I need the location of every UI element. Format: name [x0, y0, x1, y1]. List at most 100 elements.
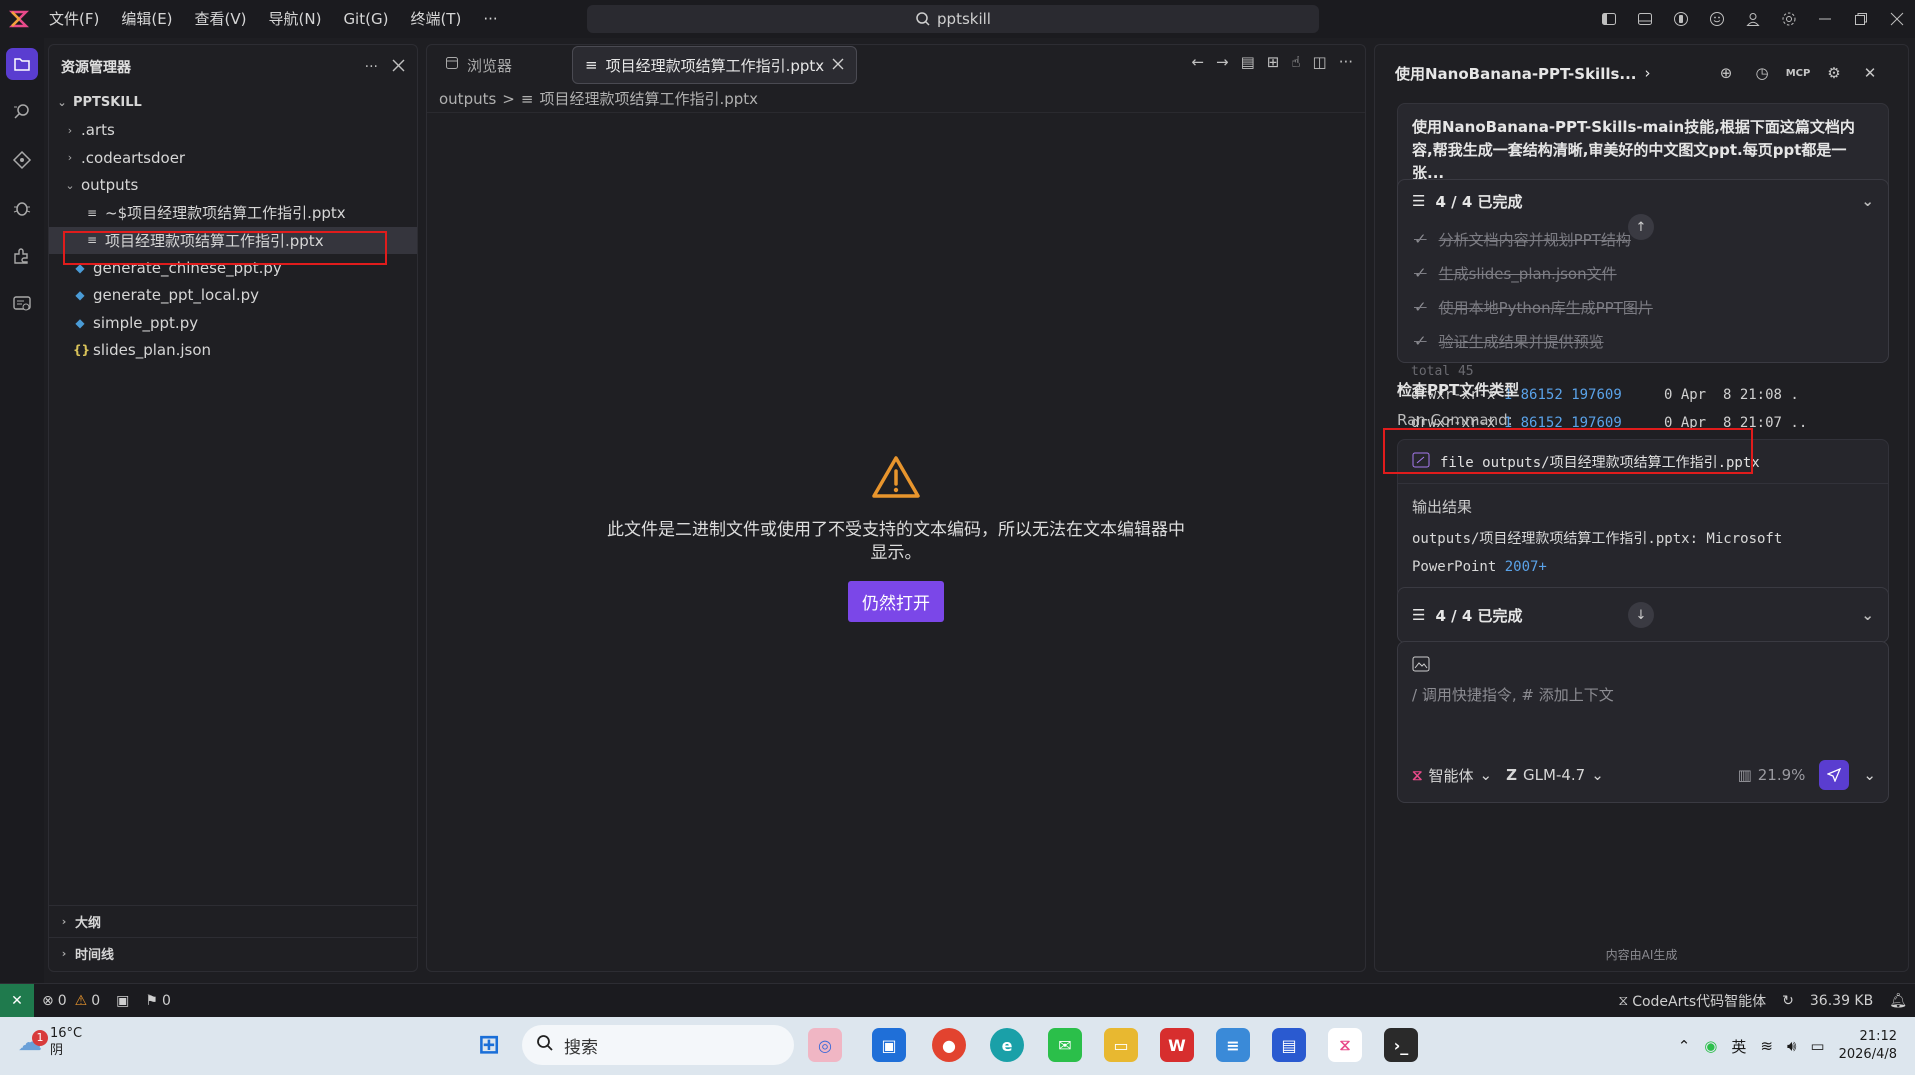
tree-item-simple-ppt[interactable]: ◆ simple_ppt.py: [49, 309, 417, 337]
extensions-icon[interactable]: [0, 232, 44, 280]
start-button[interactable]: ⊞: [472, 1028, 506, 1062]
wps-app-icon[interactable]: W: [1160, 1028, 1194, 1062]
terminal-status-icon[interactable]: ▣: [108, 993, 137, 1009]
mcp-icon[interactable]: MCP: [1780, 68, 1816, 79]
ai-status-icon[interactable]: [1663, 0, 1699, 38]
wifi-icon[interactable]: ≋: [1760, 1037, 1773, 1055]
restore-icon[interactable]: [1843, 0, 1879, 38]
remote-explorer-icon[interactable]: [0, 280, 44, 328]
breadcrumb-folder[interactable]: outputs: [439, 90, 496, 108]
tray-app-icon[interactable]: ◉: [1704, 1037, 1717, 1055]
menu-more[interactable]: ···: [472, 0, 508, 38]
codearts-app-icon[interactable]: ⧖: [1328, 1028, 1362, 1062]
menu-terminal[interactable]: 终端(T): [399, 0, 472, 38]
toggle-panel-icon[interactable]: [1627, 0, 1663, 38]
close-icon[interactable]: [392, 59, 405, 76]
chrome-app-icon[interactable]: ●: [932, 1028, 966, 1062]
tab-browser[interactable]: 浏览器: [433, 46, 524, 84]
arrow-left-icon[interactable]: ←: [1191, 53, 1204, 71]
arrow-right-icon[interactable]: →: [1216, 53, 1229, 71]
clock[interactable]: 21:12 2026/4/8: [1839, 1028, 1897, 1064]
model-selector[interactable]: Z GLM-4.7 ⌄: [1506, 766, 1604, 784]
debug-icon[interactable]: [0, 184, 44, 232]
chat-input-placeholder[interactable]: / 调用快捷指令, # 添加上下文: [1412, 684, 1614, 705]
menu-navigate[interactable]: 导航(N): [258, 0, 333, 38]
output-line: outputs/项目经理款项结算工作指引.pptx: Microsoft: [1412, 531, 1783, 547]
edge-app-icon[interactable]: e: [990, 1028, 1024, 1062]
tree-item-codeartsdoer[interactable]: › .codeartsdoer: [49, 144, 417, 172]
tree-item-label: .codeartsdoer: [81, 148, 186, 167]
terminal-app-icon[interactable]: ›_: [1384, 1028, 1418, 1062]
editor-more-icon[interactable]: ···: [1339, 53, 1353, 71]
table-icon[interactable]: ⊞: [1267, 53, 1280, 71]
document-icon[interactable]: ▤: [1241, 53, 1255, 71]
volume-icon[interactable]: 🔊︎: [1787, 1037, 1796, 1055]
sync-icon[interactable]: ↻: [1774, 993, 1802, 1009]
source-control-icon[interactable]: [0, 136, 44, 184]
outline-section[interactable]: › 大纲: [49, 905, 417, 937]
settings-icon[interactable]: [1771, 0, 1807, 38]
explorer-more-icon[interactable]: ···: [365, 59, 378, 75]
menu-view[interactable]: 查看(V): [184, 0, 258, 38]
copilot-app-icon[interactable]: ◎: [808, 1028, 842, 1062]
feedback-icon[interactable]: [1699, 0, 1735, 38]
notepad-app-icon[interactable]: ≡: [1216, 1028, 1250, 1062]
search-activity-icon[interactable]: [0, 88, 44, 136]
explorer-activity-icon[interactable]: [0, 40, 44, 88]
chat-input-area[interactable]: / 调用快捷指令, # 添加上下文 ⧖ 智能体 ⌄ Z GLM-4.7 ⌄ ▥ …: [1397, 641, 1889, 803]
search-icon: [536, 1034, 554, 1057]
ai-session-title[interactable]: 使用NanoBanana-PPT-Skills...: [1395, 63, 1637, 84]
bell-icon[interactable]: 🔔︎: [1881, 993, 1915, 1009]
scroll-up-icon[interactable]: ↑: [1628, 214, 1654, 240]
history-icon[interactable]: ◷: [1744, 64, 1780, 82]
wechat-app-icon[interactable]: ✉: [1048, 1028, 1082, 1062]
minimize-icon[interactable]: [1807, 0, 1843, 38]
tree-root[interactable]: ⌄ PPTSKILL: [49, 89, 417, 117]
new-chat-icon[interactable]: ⊕: [1708, 64, 1744, 82]
toggle-sidebar-icon[interactable]: [1591, 0, 1627, 38]
warning-count: 0: [91, 992, 101, 1009]
file-explorer-app-icon[interactable]: ▭: [1104, 1028, 1138, 1062]
agent-status[interactable]: ⧖ CodeArts代码智能体: [1610, 991, 1774, 1011]
codearts-logo-icon[interactable]: [0, 0, 38, 38]
battery-icon[interactable]: ▭: [1810, 1037, 1824, 1055]
tree-item-slides-plan[interactable]: {} slides_plan.json: [49, 337, 417, 365]
image-attach-icon[interactable]: [1412, 656, 1430, 676]
input-language[interactable]: 英: [1731, 1036, 1746, 1057]
command-search-box[interactable]: pptskill: [587, 5, 1319, 33]
chevron-up-icon[interactable]: ⌃: [1678, 1037, 1691, 1055]
breadcrumb-file[interactable]: 项目经理款项结算工作指引.pptx: [539, 88, 758, 109]
weather-widget[interactable]: ☁ 1 16°C 阴: [18, 1025, 82, 1059]
menu-file[interactable]: 文件(F): [38, 0, 110, 38]
json-file-icon: {}: [73, 343, 91, 358]
remote-indicator-icon[interactable]: ✕: [0, 983, 34, 1018]
tree-item-generate-local[interactable]: ◆ generate_ppt_local.py: [49, 282, 417, 310]
timeline-section[interactable]: › 时间线: [49, 937, 417, 969]
gear-icon[interactable]: ⚙: [1816, 64, 1852, 82]
problems-indicator[interactable]: ⊗ 0 ⚠ 0: [34, 993, 108, 1009]
menu-edit[interactable]: 编辑(E): [110, 0, 183, 38]
store-app-icon[interactable]: ▤: [1272, 1028, 1306, 1062]
close-tab-icon[interactable]: [832, 56, 844, 74]
ports-indicator[interactable]: ⚑ 0: [137, 993, 178, 1009]
tab-pptx[interactable]: ≡ 项目经理款项结算工作指引.pptx: [572, 46, 858, 84]
file-size: 36.39 KB: [1809, 992, 1874, 1009]
close-icon[interactable]: ✕: [1852, 64, 1888, 82]
todo-item: ✓ 验证生成结果并提供预览: [1398, 324, 1888, 358]
open-anyway-button[interactable]: 仍然打开: [848, 581, 944, 622]
hand-icon[interactable]: ☝: [1291, 53, 1300, 71]
agent-selector[interactable]: ⧖ 智能体 ⌄: [1412, 765, 1492, 786]
tree-item-temp-pptx[interactable]: ≡ ~$项目经理款项结算工作指引.pptx: [49, 199, 417, 227]
account-icon[interactable]: [1735, 0, 1771, 38]
store-pin-app-icon[interactable]: ▣: [872, 1028, 906, 1062]
split-editor-icon[interactable]: ◫: [1313, 53, 1327, 71]
chevron-right-icon: ›: [67, 123, 73, 137]
tree-item-outputs[interactable]: ⌄ outputs: [49, 172, 417, 200]
tree-item-arts[interactable]: › .arts: [49, 117, 417, 145]
taskbar-search[interactable]: 搜索: [522, 1025, 794, 1065]
close-window-icon[interactable]: [1879, 0, 1915, 38]
send-button[interactable]: [1819, 760, 1850, 790]
scroll-down-icon[interactable]: ↓: [1628, 602, 1654, 628]
chevron-down-icon[interactable]: ⌄: [1863, 766, 1876, 784]
menu-git[interactable]: Git(G): [332, 0, 399, 38]
